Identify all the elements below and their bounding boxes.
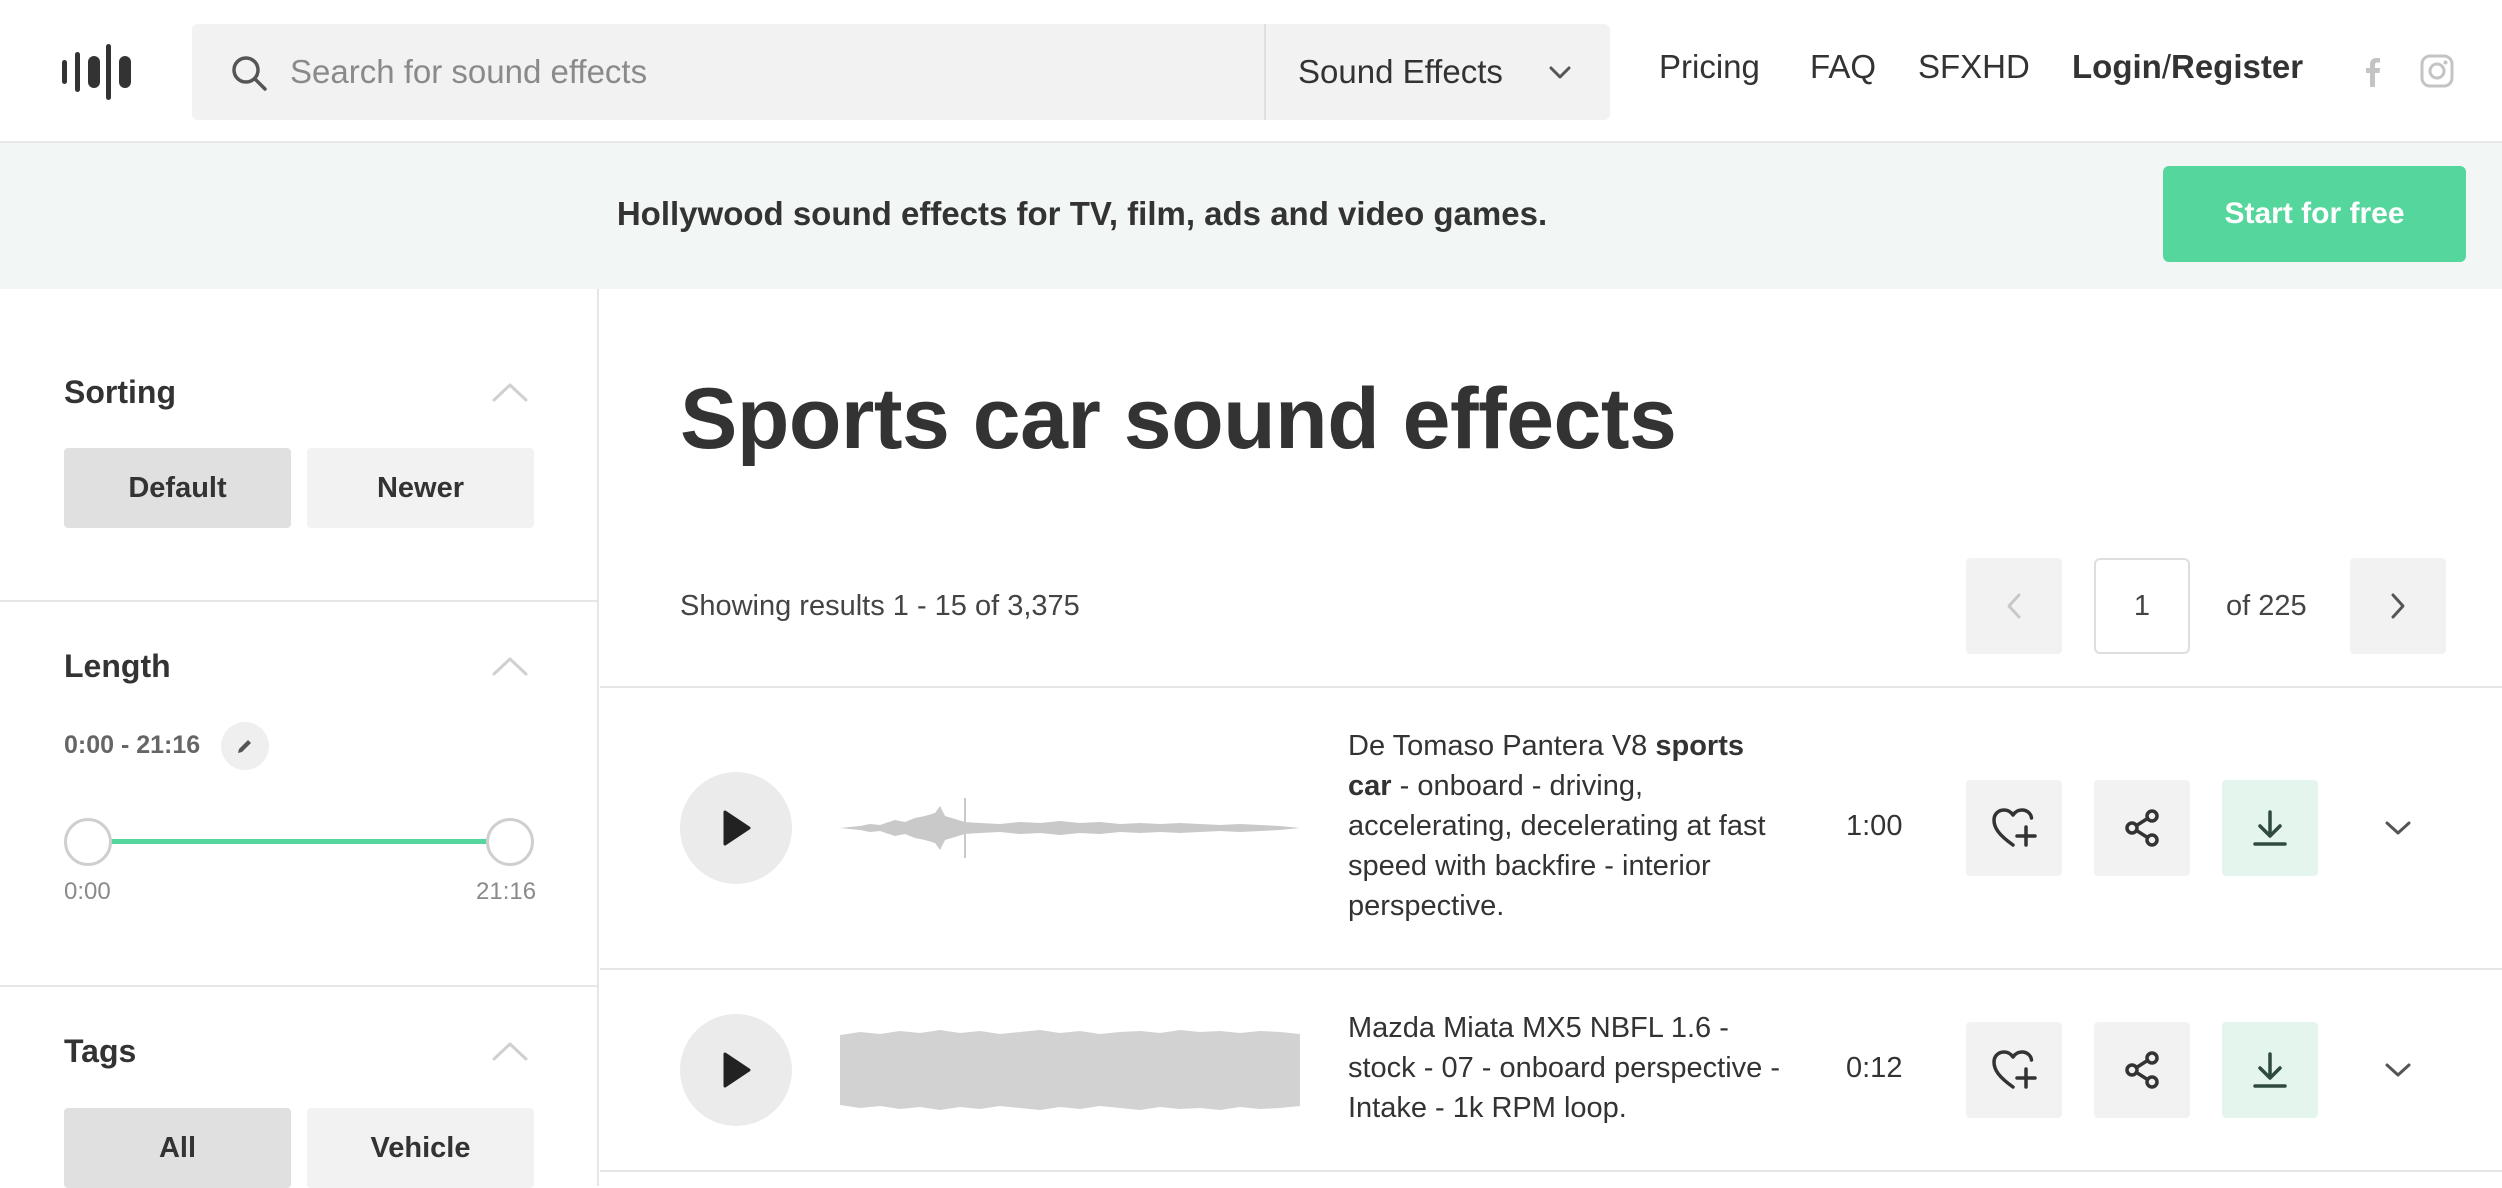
- logo-icon[interactable]: [62, 44, 132, 100]
- search-icon: [232, 56, 267, 91]
- share-icon: [2125, 809, 2159, 847]
- sidebar-divider: [0, 600, 597, 602]
- tag-vehicle-button[interactable]: Vehicle: [307, 1108, 534, 1188]
- category-select-label: Sound Effects: [1298, 53, 1503, 90]
- sort-default-button[interactable]: Default: [64, 448, 291, 528]
- chevron-left-icon: [2007, 593, 2021, 619]
- tags-title: Tags: [64, 1033, 137, 1069]
- page-number-input[interactable]: [2094, 558, 2190, 654]
- promo-banner: Hollywood sound effects for TV, film, ad…: [0, 143, 2502, 289]
- description-text: Mazda Miata MX5 NBFL 1.6 - stock - 07 - …: [1348, 1012, 1780, 1124]
- register-link[interactable]: Register: [2171, 48, 2303, 85]
- share-button[interactable]: [2094, 1022, 2190, 1118]
- sound-description: De Tomaso Pantera V8 sports car - onboar…: [1348, 726, 1788, 926]
- sound-row: De Tomaso Pantera V8 sports car - onboar…: [600, 688, 2502, 968]
- share-icon: [2125, 1051, 2159, 1089]
- favorite-button[interactable]: [1966, 780, 2062, 876]
- chevron-right-icon: [2391, 593, 2405, 619]
- expand-row-button[interactable]: [2378, 1050, 2418, 1090]
- heart-plus-icon: [1992, 808, 2037, 847]
- play-button[interactable]: [680, 772, 792, 884]
- download-button[interactable]: [2222, 780, 2318, 876]
- play-button[interactable]: [680, 1014, 792, 1126]
- length-max-label: 21:16: [476, 878, 537, 905]
- sound-row: Mazda Miata MX5 NBFL 1.6 - stock - 07 - …: [600, 970, 2502, 1170]
- length-slider-track[interactable]: [86, 839, 510, 844]
- chevron-up-icon[interactable]: [488, 652, 532, 680]
- play-icon: [723, 810, 751, 846]
- description-text: De Tomaso Pantera V8: [1348, 730, 1656, 762]
- download-button[interactable]: [2222, 1022, 2318, 1118]
- share-button[interactable]: [2094, 780, 2190, 876]
- download-icon: [2253, 1052, 2287, 1088]
- description-text: - onboard - driving, accelerating, decel…: [1348, 770, 1766, 922]
- site-header: Sound Effects Pricing FAQ SFXHD Login/Re…: [0, 0, 2502, 143]
- facebook-icon[interactable]: [2356, 54, 2390, 88]
- length-slider-max-handle[interactable]: [486, 818, 534, 866]
- prev-page-button[interactable]: [1966, 558, 2062, 654]
- favorite-button[interactable]: [1966, 1022, 2062, 1118]
- nav-sfxhd[interactable]: SFXHD: [1918, 48, 2030, 86]
- login-slash: /: [2161, 48, 2171, 85]
- chevron-up-icon[interactable]: [488, 1037, 532, 1065]
- search-input[interactable]: [290, 24, 1390, 120]
- sidebar-divider: [0, 985, 597, 987]
- next-page-button[interactable]: [2350, 558, 2446, 654]
- chevron-down-icon: [1549, 66, 1571, 79]
- page-total: of 225: [2226, 590, 2307, 622]
- login-link[interactable]: Login: [2072, 48, 2162, 85]
- waveform[interactable]: [840, 1025, 1300, 1115]
- waveform[interactable]: [840, 778, 1300, 878]
- tag-all-button[interactable]: All: [64, 1108, 291, 1188]
- page-title: Sports car sound effects: [680, 371, 1677, 467]
- results-count: Showing results 1 - 15 of 3,375: [680, 590, 1080, 622]
- category-select[interactable]: Sound Effects: [1266, 24, 1610, 120]
- sound-duration: 0:12: [1846, 1052, 1903, 1084]
- chevron-up-icon[interactable]: [488, 378, 532, 406]
- length-range-text: 0:00 - 21:16: [64, 731, 201, 759]
- nav-faq[interactable]: FAQ: [1810, 48, 1876, 86]
- length-slider-min-handle[interactable]: [64, 818, 112, 866]
- pencil-icon: [238, 740, 251, 753]
- search-bar: Sound Effects: [192, 24, 1610, 120]
- chevron-down-icon: [2385, 821, 2411, 835]
- chevron-down-icon: [2385, 1063, 2411, 1077]
- length-title: Length: [64, 648, 171, 684]
- play-icon: [723, 1052, 751, 1088]
- row-divider: [600, 1170, 2502, 1172]
- heart-plus-icon: [1992, 1050, 2037, 1089]
- instagram-icon[interactable]: [2420, 54, 2454, 88]
- expand-row-button[interactable]: [2378, 808, 2418, 848]
- nav-login-register: Login/Register: [2072, 48, 2303, 86]
- banner-text: Hollywood sound effects for TV, film, ad…: [616, 195, 1548, 232]
- start-for-free-button[interactable]: Start for free: [2163, 166, 2466, 262]
- sound-description: Mazda Miata MX5 NBFL 1.6 - stock - 07 - …: [1348, 1008, 1788, 1128]
- length-min-label: 0:00: [64, 878, 111, 905]
- sorting-title: Sorting: [64, 374, 176, 410]
- sound-duration: 1:00: [1846, 810, 1903, 842]
- download-icon: [2253, 810, 2287, 846]
- nav-pricing[interactable]: Pricing: [1659, 48, 1760, 86]
- edit-length-button[interactable]: [221, 722, 269, 770]
- sort-newer-button[interactable]: Newer: [307, 448, 534, 528]
